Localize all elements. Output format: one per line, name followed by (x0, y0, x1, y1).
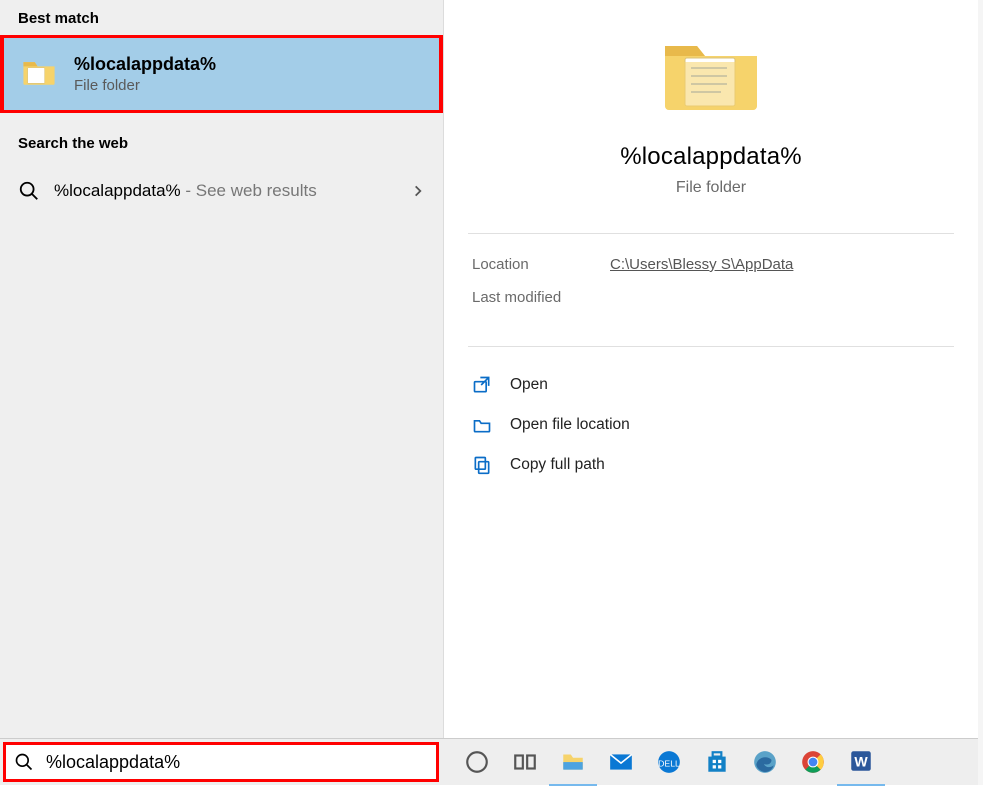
copy-icon (472, 455, 492, 475)
web-result-text: %localappdata% - See web results (54, 181, 411, 201)
action-open[interactable]: Open (472, 365, 950, 405)
chrome-icon[interactable] (789, 739, 837, 785)
preview-actions: Open Open file location Copy full pat (444, 347, 978, 503)
open-icon (472, 375, 492, 395)
best-match-text: %localappdata% File folder (74, 54, 216, 94)
results-panel: Best match %localappdata% File folder Se… (0, 0, 444, 738)
mail-icon[interactable] (597, 739, 645, 785)
chevron-right-icon (411, 184, 425, 198)
best-match-header: Best match (0, 0, 443, 35)
svg-text:W: W (854, 753, 868, 769)
microsoft-store-icon[interactable] (693, 739, 741, 785)
taskbar: DELL W (0, 739, 978, 785)
windows-search-popup: Best match %localappdata% File folder Se… (0, 0, 978, 739)
action-copy-full-path[interactable]: Copy full path (472, 445, 950, 485)
file-explorer-icon[interactable] (549, 738, 597, 786)
task-view-icon[interactable] (501, 739, 549, 785)
taskbar-icons: DELL W (453, 738, 885, 786)
search-icon (14, 752, 34, 772)
folder-icon (22, 57, 74, 92)
scrollbar[interactable] (978, 0, 983, 785)
last-modified-row: Last modified (472, 289, 950, 306)
folder-open-icon (472, 415, 492, 435)
preview-subtitle: File folder (444, 179, 978, 197)
folder-icon (661, 101, 761, 118)
web-result-query: %localappdata% (54, 181, 181, 200)
preview-metadata: Location C:\Users\Blessy S\AppData Last … (444, 234, 978, 346)
web-result-row[interactable]: %localappdata% - See web results (0, 164, 443, 218)
location-label: Location (472, 256, 610, 273)
location-row: Location C:\Users\Blessy S\AppData (472, 256, 950, 273)
preview-header: %localappdata% File folder (444, 0, 978, 233)
svg-text:DELL: DELL (658, 758, 680, 768)
dell-icon[interactable]: DELL (645, 739, 693, 785)
word-icon[interactable]: W (837, 738, 885, 786)
preview-title: %localappdata% (444, 143, 978, 171)
cortana-icon[interactable] (453, 739, 501, 785)
search-web-header: Search the web (0, 125, 443, 160)
last-modified-label: Last modified (472, 289, 610, 306)
web-result-suffix: - See web results (181, 181, 317, 200)
best-match-result[interactable]: %localappdata% File folder (0, 35, 443, 113)
search-icon (18, 180, 40, 202)
best-match-subtitle: File folder (74, 77, 216, 94)
action-open-location-label: Open file location (510, 416, 630, 434)
preview-panel: %localappdata% File folder Location C:\U… (444, 0, 978, 738)
edge-icon[interactable] (741, 739, 789, 785)
location-link[interactable]: C:\Users\Blessy S\AppData (610, 256, 793, 273)
action-open-file-location[interactable]: Open file location (472, 405, 950, 445)
search-input[interactable] (44, 751, 428, 774)
best-match-title: %localappdata% (74, 54, 216, 75)
action-copy-path-label: Copy full path (510, 456, 605, 474)
taskbar-search-box[interactable] (3, 742, 439, 782)
action-open-label: Open (510, 376, 548, 394)
